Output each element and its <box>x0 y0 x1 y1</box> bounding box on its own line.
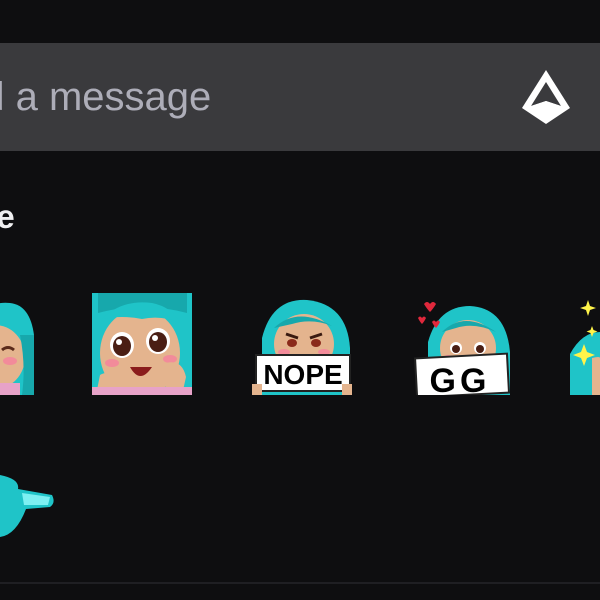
bottom-divider <box>0 582 600 584</box>
gg-sign-text: GG <box>430 362 491 395</box>
nope-sign-emote[interactable]: NOPE <box>252 298 352 395</box>
chat-input-bar[interactable]: nd a message <box>0 43 600 151</box>
chat-emote-panel: nd a message ae <box>0 0 600 600</box>
bits-icon[interactable] <box>520 68 572 126</box>
sparkle-girl-emote[interactable] <box>568 298 600 395</box>
chat-message-input[interactable]: nd a message <box>0 43 500 151</box>
cyan-blob-emote[interactable] <box>0 465 56 539</box>
emote-section-title: ae <box>0 198 15 235</box>
nope-sign-text: NOPE <box>263 359 342 390</box>
blushing-girl-emote[interactable] <box>0 295 34 395</box>
shocked-girl-emote[interactable] <box>92 293 192 395</box>
gg-sign-emote[interactable]: GG <box>414 298 514 395</box>
